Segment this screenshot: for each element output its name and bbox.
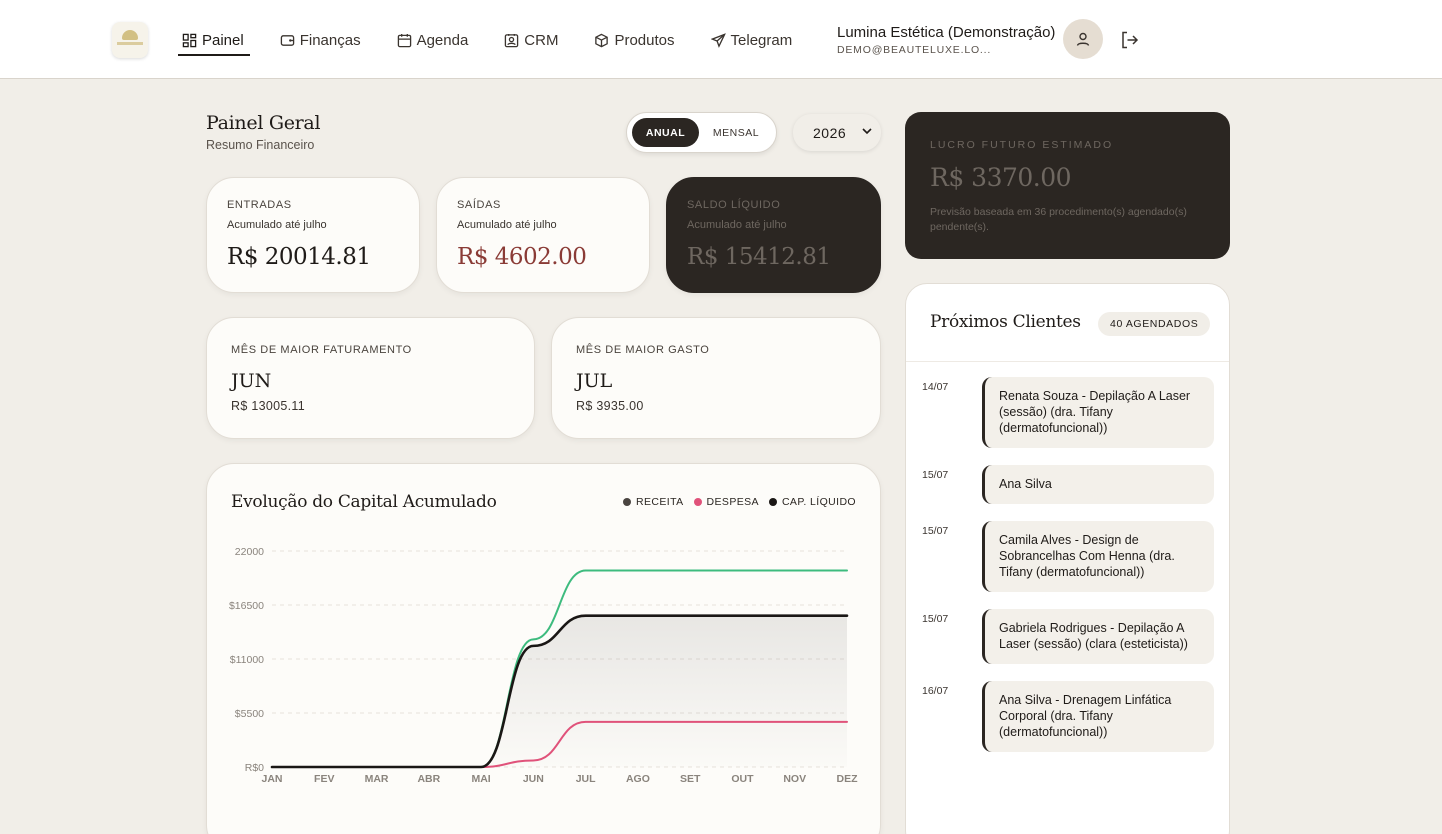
upcoming-clients-card: Próximos Clientes 40 AGENDADOS 14/07 Ren…	[905, 283, 1230, 834]
nav-item-crm[interactable]: CRM	[498, 28, 564, 52]
saidas-card: SAÍDAS Acumulado até julho R$ 4602.00	[436, 177, 650, 293]
nav-label-crm: CRM	[524, 31, 559, 49]
appointment-card[interactable]: Renata Souza - Depilação A Laser (sessão…	[982, 377, 1214, 448]
chevron-down-icon	[862, 128, 872, 135]
period-mensal-button[interactable]: MENSAL	[703, 118, 769, 147]
x-tick-label: MAR	[365, 773, 389, 785]
appointment-card[interactable]: Gabriela Rodrigues - Depilação A Laser (…	[982, 609, 1214, 664]
nav-label-painel: Painel	[202, 31, 244, 49]
nav-item-agenda[interactable]: Agenda	[391, 28, 475, 52]
x-tick-label: JAN	[261, 773, 282, 785]
page-subtitle: Resumo Financeiro	[206, 138, 315, 152]
appointment-date: 16/07	[922, 685, 949, 697]
saldo-value: R$ 15412.81	[687, 244, 831, 270]
saldo-sub: Acumulado até julho	[687, 219, 787, 231]
user-icon	[1076, 32, 1090, 46]
y-tick-label: $11000	[230, 654, 264, 666]
nav-item-telegram[interactable]: Telegram	[705, 28, 799, 52]
saldo-label: SALDO LÍQUIDO	[687, 199, 781, 211]
best-revenue-month: JUN	[231, 370, 272, 392]
user-name: Lumina Estética (Demonstração)	[837, 24, 1056, 41]
saidas-sub: Acumulado até julho	[457, 219, 557, 231]
nav-label-telegram: Telegram	[730, 31, 793, 49]
period-anual-button[interactable]: ANUAL	[632, 118, 699, 147]
x-tick-label: JUL	[576, 773, 596, 785]
logout-icon	[1122, 31, 1139, 49]
scheduled-count-badge: 40 AGENDADOS	[1098, 312, 1211, 336]
appointment-date: 15/07	[922, 613, 949, 625]
appointment-date: 15/07	[922, 469, 949, 481]
saldo-card: SALDO LÍQUIDO Acumulado até julho R$ 154…	[666, 177, 881, 293]
period-toggle: ANUAL MENSAL	[626, 112, 777, 153]
best-expense-label: MÊS DE MAIOR GASTO	[576, 344, 710, 356]
year-select[interactable]: 2026	[793, 114, 881, 151]
x-tick-label: NOV	[783, 773, 806, 785]
nav-label-agenda: Agenda	[416, 31, 469, 49]
best-expense-month: JUL	[576, 370, 613, 392]
divider	[906, 361, 1229, 362]
page-title: Painel Geral	[206, 112, 321, 134]
appointment-date: 15/07	[922, 525, 949, 537]
entradas-card: ENTRADAS Acumulado até julho R$ 20014.81	[206, 177, 420, 293]
entradas-sub: Acumulado até julho	[227, 219, 327, 231]
top-navbar: Painel Finanças Agenda CRM Produtos Tele…	[0, 0, 1442, 79]
future-profit-note: Previsão baseada em 36 procedimento(s) a…	[930, 206, 1187, 233]
brand-logo[interactable]	[112, 22, 148, 58]
wallet-icon	[280, 34, 294, 46]
best-revenue-card: MÊS DE MAIOR FATURAMENTO JUN R$ 13005.11	[206, 317, 535, 439]
logout-button[interactable]	[1118, 29, 1140, 51]
y-tick-label: 22000	[235, 546, 264, 558]
y-tick-label: $16500	[229, 600, 264, 612]
future-profit-card: LUCRO FUTURO ESTIMADO R$ 3370.00 Previsã…	[905, 112, 1230, 259]
box-icon	[595, 33, 609, 47]
capital-chart: R$0$5500$11000$1650022000JAN FEV MAR ABR MAI…	[229, 546, 859, 785]
user-email: DEMO@BEAUTELUXE.LO...	[837, 44, 992, 56]
main-nav: Painel Finanças Agenda CRM Produtos Tele…	[176, 28, 822, 56]
dashboard-icon	[182, 33, 197, 47]
liquido-area	[272, 615, 847, 767]
best-revenue-amount: R$ 13005.11	[231, 399, 305, 413]
nav-item-financas[interactable]: Finanças	[274, 28, 367, 52]
appointment-card[interactable]: Ana Silva	[982, 465, 1214, 504]
user-info: Lumina Estética (Demonstração) DEMO@BEAU…	[837, 24, 1055, 56]
x-tick-label: FEV	[314, 773, 334, 785]
calendar-icon	[397, 33, 411, 47]
future-profit-label: LUCRO FUTURO ESTIMADO	[930, 139, 1114, 151]
nav-item-painel[interactable]: Painel	[176, 28, 250, 56]
x-tick-label: AGO	[626, 773, 650, 785]
appointment-date: 14/07	[922, 381, 949, 393]
contact-icon	[505, 33, 519, 47]
x-tick-label: OUT	[731, 773, 754, 785]
best-expense-card: MÊS DE MAIOR GASTO JUL R$ 3935.00	[551, 317, 881, 439]
future-profit-value: R$ 3370.00	[930, 163, 1072, 192]
x-tick-label: JUN	[523, 773, 544, 785]
avatar[interactable]	[1063, 19, 1103, 59]
send-icon	[710, 32, 726, 48]
best-expense-amount: R$ 3935.00	[576, 399, 644, 413]
capital-chart-card: Evolução do Capital Acumulado RECEITA DE…	[206, 463, 881, 834]
x-tick-label: ABR	[417, 773, 440, 785]
entradas-value: R$ 20014.81	[227, 244, 371, 270]
y-tick-label: $5500	[235, 708, 264, 720]
x-tick-label: SET	[680, 773, 701, 785]
nav-item-produtos[interactable]: Produtos	[588, 28, 680, 52]
x-tick-label: DEZ	[837, 773, 859, 785]
year-select-value: 2026	[813, 124, 847, 141]
best-revenue-label: MÊS DE MAIOR FATURAMENTO	[231, 344, 412, 356]
saidas-label: SAÍDAS	[457, 199, 501, 211]
clients-title: Próximos Clientes	[930, 312, 1081, 332]
appointment-card[interactable]: Camila Alves - Design de Sobrancelhas Co…	[982, 521, 1214, 592]
nav-label-financas: Finanças	[299, 31, 361, 49]
x-tick-label: MAI	[471, 773, 490, 785]
saidas-value: R$ 4602.00	[457, 244, 587, 270]
entradas-label: ENTRADAS	[227, 199, 292, 211]
nav-label-produtos: Produtos	[614, 31, 675, 49]
appointment-card[interactable]: Ana Silva - Drenagem Linfática Corporal …	[982, 681, 1214, 752]
